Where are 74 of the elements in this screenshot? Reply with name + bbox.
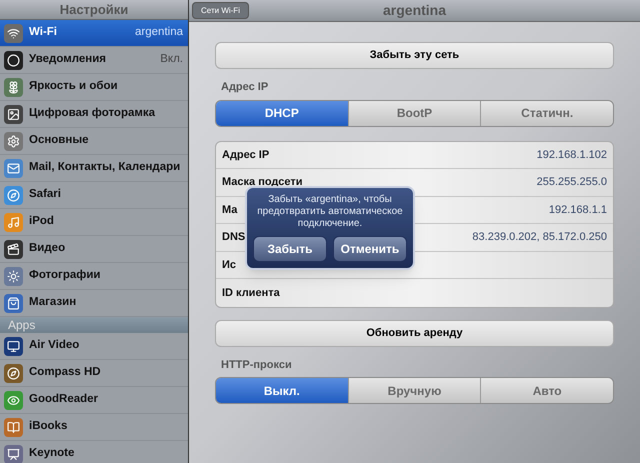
flower-icon — [4, 78, 23, 96]
store-icon — [4, 294, 23, 312]
sidebar-item[interactable]: Видео — [0, 236, 188, 263]
row-label: Ис — [222, 258, 236, 272]
item-label: Фотографии — [29, 268, 102, 284]
gear-icon — [4, 132, 23, 150]
sidebar-item[interactable]: Air Video — [0, 333, 188, 360]
sidebar-item[interactable]: GoodReader — [0, 387, 188, 414]
row-label: ID клиента — [222, 286, 280, 300]
window-title: argentina — [383, 1, 446, 20]
mail-icon — [4, 158, 23, 178]
compass-icon — [4, 186, 23, 204]
item-label: Уведомления — [29, 52, 107, 68]
row-value: 192.168.1.1 — [548, 202, 607, 218]
back-button[interactable]: Сети Wi-Fi — [192, 2, 249, 19]
alert-button[interactable]: Отменить — [333, 236, 407, 262]
sidebar-item[interactable]: Уведомления Вкл. — [0, 47, 188, 74]
sidebar-item[interactable]: iPod — [0, 209, 188, 236]
sidebar-item[interactable]: Яркость и обои — [0, 74, 188, 101]
sidebar-item[interactable]: Keynote — [0, 441, 188, 463]
sidebar-item[interactable]: Safari — [0, 182, 188, 209]
item-label: iPod — [29, 214, 55, 230]
wifi-icon — [4, 24, 23, 42]
item-label: iBooks — [29, 419, 68, 434]
forget-network-button[interactable]: Забыть эту сеть — [215, 42, 614, 69]
item-label: Compass HD — [29, 365, 102, 380]
row-value: 192.168.1.102 — [536, 148, 607, 162]
item-label: Air Video — [29, 338, 80, 354]
item-label: Mail, Контакты, Календари — [29, 160, 182, 176]
row-label: Ма — [222, 202, 238, 218]
alert-message: Забыть «argentina», чтобы предотвратить автоматическое подключение. — [256, 194, 404, 230]
compass-icon — [4, 364, 23, 382]
presentation-icon — [4, 444, 23, 463]
sidebar-item[interactable]: Цифровая фоторамка — [0, 101, 188, 128]
sidebar-item[interactable]: Compass HD — [0, 360, 188, 387]
segment-tab[interactable]: Вручную — [348, 378, 482, 403]
alert-button[interactable]: Забыть — [253, 236, 327, 262]
section-header: Apps — [0, 317, 188, 333]
row-label: Маска подсети — [222, 175, 303, 190]
item-label: Основные — [29, 133, 90, 148]
book-icon — [4, 418, 23, 436]
segment-tab[interactable]: Авто — [481, 378, 613, 403]
monitor-icon — [4, 336, 23, 356]
row-label: Адрес IP — [222, 148, 270, 162]
segment-tab[interactable]: Статичн. — [481, 100, 613, 126]
section-label: HTTP-прокси — [220, 358, 293, 372]
sidebar-item[interactable]: Фотографии — [0, 263, 188, 290]
clapperboard-icon — [4, 240, 23, 258]
section-label: Адрес IP — [220, 80, 270, 95]
item-label: Safari — [29, 187, 62, 202]
sidebar-item[interactable]: Mail, Контакты, Календари — [0, 155, 188, 182]
sidebar-item[interactable]: Основные — [0, 128, 188, 155]
eye-icon — [4, 390, 23, 410]
segment-tab[interactable]: BootP — [348, 100, 482, 126]
row-value: 255.255.255.0 — [536, 175, 607, 190]
segment-tab[interactable]: DHCP — [216, 100, 349, 126]
item-value: Вкл. — [160, 52, 183, 68]
item-label: Wi-Fi — [29, 25, 58, 40]
item-label: GoodReader — [29, 392, 100, 408]
item-label: Магазин — [29, 295, 78, 310]
item-label: Яркость и обои — [29, 79, 119, 94]
row-label: DNS — [222, 230, 246, 245]
sidebar-item[interactable]: Wi-Fi argentina — [0, 20, 188, 47]
picture-frame-icon — [4, 104, 23, 124]
renew-lease-button[interactable]: Обновить аренду — [215, 320, 614, 346]
item-label: Цифровая фоторамка — [29, 106, 156, 122]
item-label: Keynote — [29, 446, 76, 462]
row-value: 83.239.0.202, 85.172.0.250 — [472, 230, 607, 245]
music-icon — [4, 212, 23, 232]
sidebar-header: Настройки — [0, 0, 188, 20]
segment-tab[interactable]: Выкл. — [216, 378, 349, 403]
item-label: Видео — [29, 241, 66, 256]
item-value: argentina — [135, 25, 183, 40]
sidebar-item[interactable]: iBooks — [0, 414, 188, 441]
